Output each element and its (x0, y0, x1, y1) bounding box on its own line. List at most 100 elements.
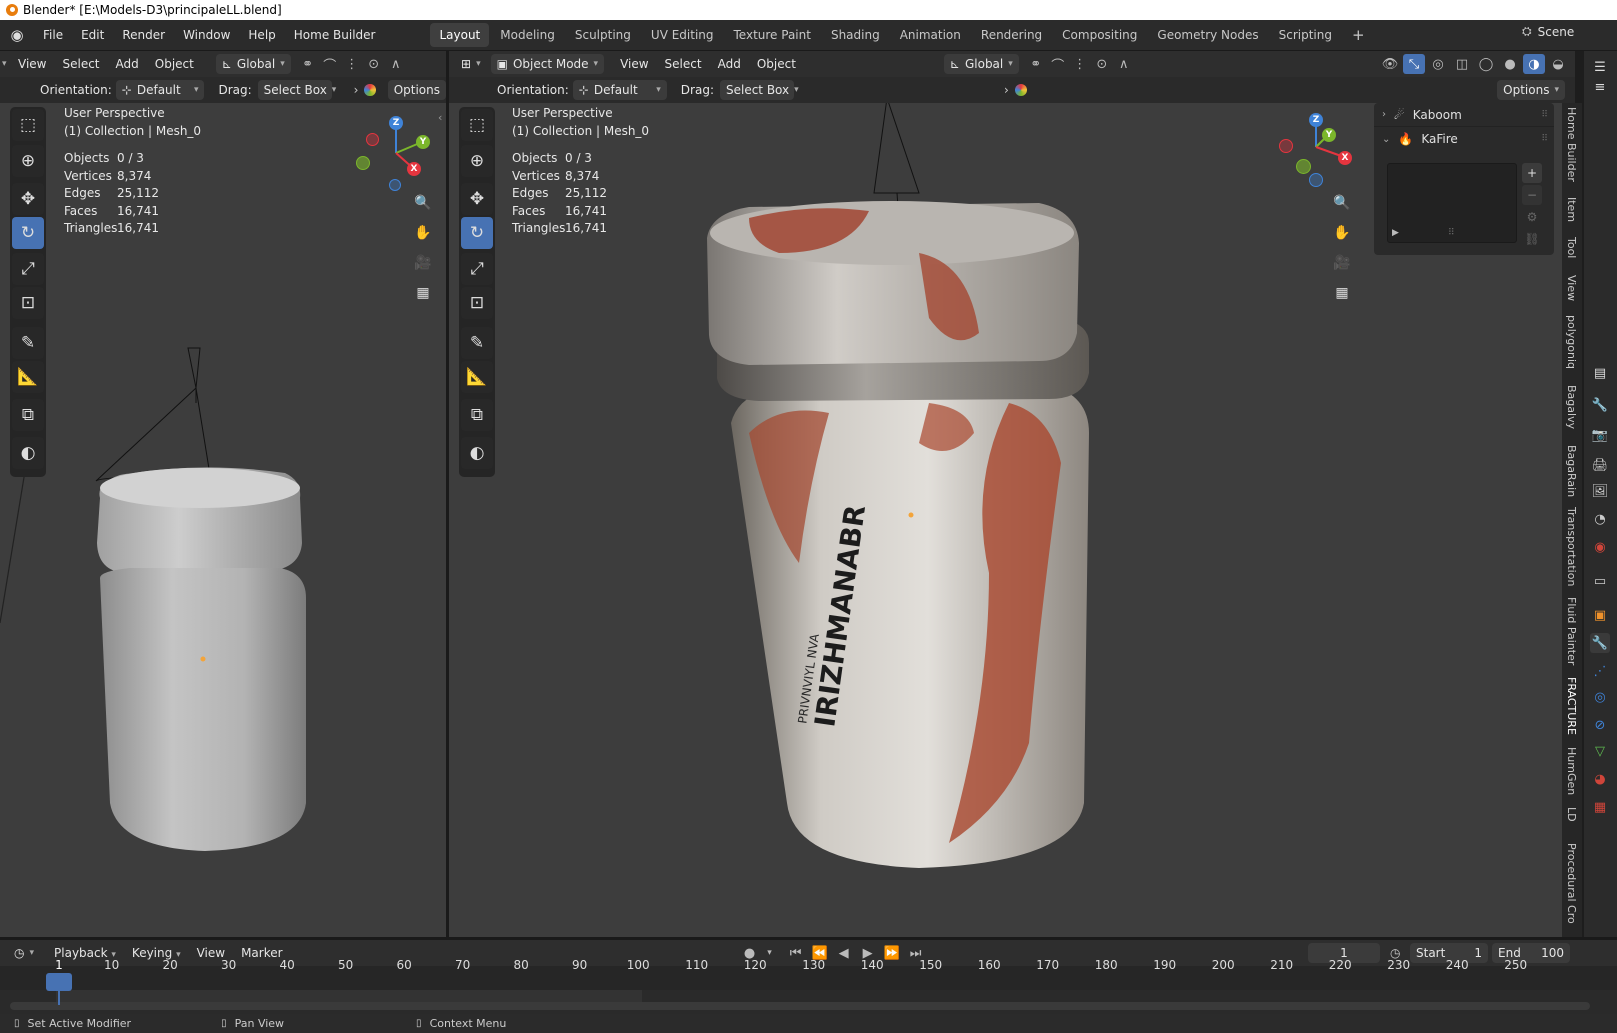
play-icon[interactable]: ▶ (1392, 228, 1399, 238)
view-layer-icon[interactable]: 🖼 (1590, 481, 1610, 501)
tab-geometry-nodes[interactable]: Geometry Nodes (1148, 23, 1267, 47)
left-3d-viewport[interactable]: User Perspective (1) Collection | Mesh_0… (0, 103, 446, 937)
xray-icon[interactable]: ◫ (1451, 54, 1473, 74)
scene-properties-icon[interactable]: ◔ (1590, 509, 1610, 529)
properties-editor-icon[interactable]: ▤ (1590, 363, 1610, 383)
gizmo-neg-x-icon[interactable] (1279, 139, 1293, 153)
menu-home-builder[interactable]: Home Builder (285, 20, 385, 51)
tab-item[interactable]: Item (1565, 197, 1578, 222)
right-menu-view[interactable]: View (612, 57, 656, 71)
tab-ld[interactable]: LD (1565, 807, 1578, 822)
tab-fracture[interactable]: FRACTURE (1565, 677, 1578, 735)
timeline-area[interactable] (0, 966, 1617, 1014)
output-properties-icon[interactable]: 🖨 (1590, 455, 1610, 475)
ortho-grid-icon[interactable]: ▦ (411, 281, 435, 305)
tab-compositing[interactable]: Compositing (1053, 23, 1146, 47)
left-menu-object[interactable]: Object (147, 57, 202, 71)
tab-shading[interactable]: Shading (822, 23, 889, 47)
right-navigation-gizmo[interactable]: Z Y X (1278, 111, 1358, 191)
right-orientation-dropdown[interactable]: ⊹ Default ▾ (572, 80, 667, 100)
next-keyframe-icon[interactable]: ⏩ (881, 943, 903, 963)
camera-icon[interactable]: 🎥 (411, 251, 435, 275)
outliner-list-icon[interactable]: ≡ (1590, 77, 1610, 97)
left-navigation-gizmo[interactable]: Z Y X (356, 111, 436, 191)
solid-shading-icon[interactable]: ● (1499, 54, 1521, 74)
tab-texture-paint[interactable]: Texture Paint (725, 23, 820, 47)
transform-tool-icon[interactable]: ⊡ (461, 287, 493, 319)
add-item-button[interactable]: + (1522, 163, 1542, 183)
tab-bagarain[interactable]: BagaRain (1565, 445, 1578, 497)
blender-menu-icon[interactable]: ◉ (0, 26, 34, 44)
tab-polygoniq[interactable]: polygoniq (1565, 315, 1578, 369)
proportional-edit-icon[interactable]: ⊙ (1091, 54, 1113, 74)
zoom-icon[interactable]: 🔍 (411, 191, 435, 215)
pan-hand-icon[interactable]: ✋ (1330, 221, 1354, 245)
gizmo-neg-y-icon[interactable] (1296, 159, 1311, 174)
ortho-grid-icon[interactable]: ▦ (1330, 281, 1354, 305)
expand-icon[interactable]: › (1004, 83, 1009, 97)
add-workspace-button[interactable]: + (1343, 23, 1374, 47)
tab-fluid-painter[interactable]: Fluid Painter (1565, 597, 1578, 665)
drag-handle-icon[interactable]: ⠿ (1541, 134, 1548, 144)
world-properties-icon[interactable]: ◉ (1590, 537, 1610, 557)
tab-bagalvy[interactable]: Bagalvy (1565, 385, 1578, 429)
item-settings-icon[interactable]: ⚙ (1522, 207, 1542, 227)
sidebar-toggle-icon[interactable]: ‹ (438, 111, 442, 124)
left-menu-add[interactable]: Add (108, 57, 147, 71)
add-cube-tool-icon[interactable]: ⧉ (12, 399, 44, 431)
snap-icon[interactable]: ⌒ (1047, 54, 1069, 74)
outliner-editor-icon[interactable]: ☰ (1590, 57, 1610, 77)
falloff-icon[interactable]: ∧ (385, 54, 407, 74)
rendered-shading-icon[interactable]: ◒ (1547, 54, 1569, 74)
texture-properties-icon[interactable]: ▦ (1590, 797, 1610, 817)
tab-view[interactable]: View (1565, 275, 1578, 301)
overlay-icon[interactable]: ◎ (1427, 54, 1449, 74)
tab-uv-editing[interactable]: UV Editing (642, 23, 723, 47)
shading-ball-tool-icon[interactable]: ◐ (12, 437, 44, 469)
left-transform-orientation[interactable]: ⊾ Global ▾ (215, 54, 291, 74)
timeline-menu-keying[interactable]: Keying ▾ (124, 946, 189, 960)
menu-window[interactable]: Window (174, 20, 239, 51)
editor-type-dropdown[interactable]: ◷ ▾ (8, 943, 40, 963)
scene-selector[interactable]: ⛭ Scene (1522, 24, 1574, 39)
scale-tool-icon[interactable]: ⤢ (461, 253, 493, 285)
menu-help[interactable]: Help (239, 20, 284, 51)
transform-tool-icon[interactable]: ⊡ (12, 287, 44, 319)
annotate-tool-icon[interactable]: ✎ (12, 327, 44, 359)
right-3d-viewport[interactable]: IRIZHMANABR PRIVNVIYL NVA User Perspecti… (449, 103, 1575, 937)
shading-ball-tool-icon[interactable]: ◐ (461, 437, 493, 469)
gizmo-neg-y-icon[interactable] (356, 156, 370, 170)
expand-icon[interactable]: › (354, 83, 359, 97)
cursor-tool-icon[interactable]: ⊕ (461, 145, 493, 177)
collection-properties-icon[interactable]: ▭ (1590, 571, 1610, 591)
camera-icon[interactable]: 🎥 (1330, 251, 1354, 275)
tool-properties-icon[interactable]: 🔧 (1590, 395, 1610, 415)
gizmo-neg-z-icon[interactable] (389, 179, 401, 191)
annotate-tool-icon[interactable]: ✎ (461, 327, 493, 359)
left-options-button[interactable]: Options (387, 80, 446, 100)
tab-tool[interactable]: Tool (1565, 237, 1578, 258)
proportional-edit-icon[interactable]: ⊙ (363, 54, 385, 74)
pivot-icon[interactable]: ⚭ (1025, 54, 1047, 74)
select-box-tool-icon[interactable]: ⬚ (12, 109, 44, 141)
tab-transportation[interactable]: Transportation (1565, 507, 1578, 586)
panel-kafire[interactable]: ⌄ 🔥 KaFire ⠿ (1374, 127, 1554, 151)
render-properties-icon[interactable]: 📷 (1590, 425, 1610, 445)
object-mode-dropdown[interactable]: ▣ Object Mode ▾ (490, 54, 605, 74)
pan-hand-icon[interactable]: ✋ (411, 221, 435, 245)
kafire-list[interactable]: ▶ ⠿ (1387, 163, 1517, 243)
right-menu-select[interactable]: Select (657, 57, 710, 71)
add-cube-tool-icon[interactable]: ⧉ (461, 399, 493, 431)
color-wheel-icon[interactable] (364, 84, 376, 96)
data-properties-icon[interactable]: ▽ (1590, 741, 1610, 761)
snap-icon[interactable]: ⌒ (319, 54, 341, 74)
gizmo-x-icon[interactable]: X (1338, 151, 1352, 165)
panel-kaboom[interactable]: › ☄ Kaboom ⠿ (1374, 103, 1554, 127)
tab-scripting[interactable]: Scripting (1270, 23, 1341, 47)
play-reverse-icon[interactable]: ◀ (833, 943, 855, 963)
rotate-tool-icon[interactable]: ↻ (12, 217, 44, 249)
remove-item-button[interactable]: − (1522, 185, 1542, 205)
left-menu-select[interactable]: Select (54, 57, 107, 71)
menu-file[interactable]: File (34, 20, 72, 51)
gizmo-neg-x-icon[interactable] (366, 133, 379, 146)
